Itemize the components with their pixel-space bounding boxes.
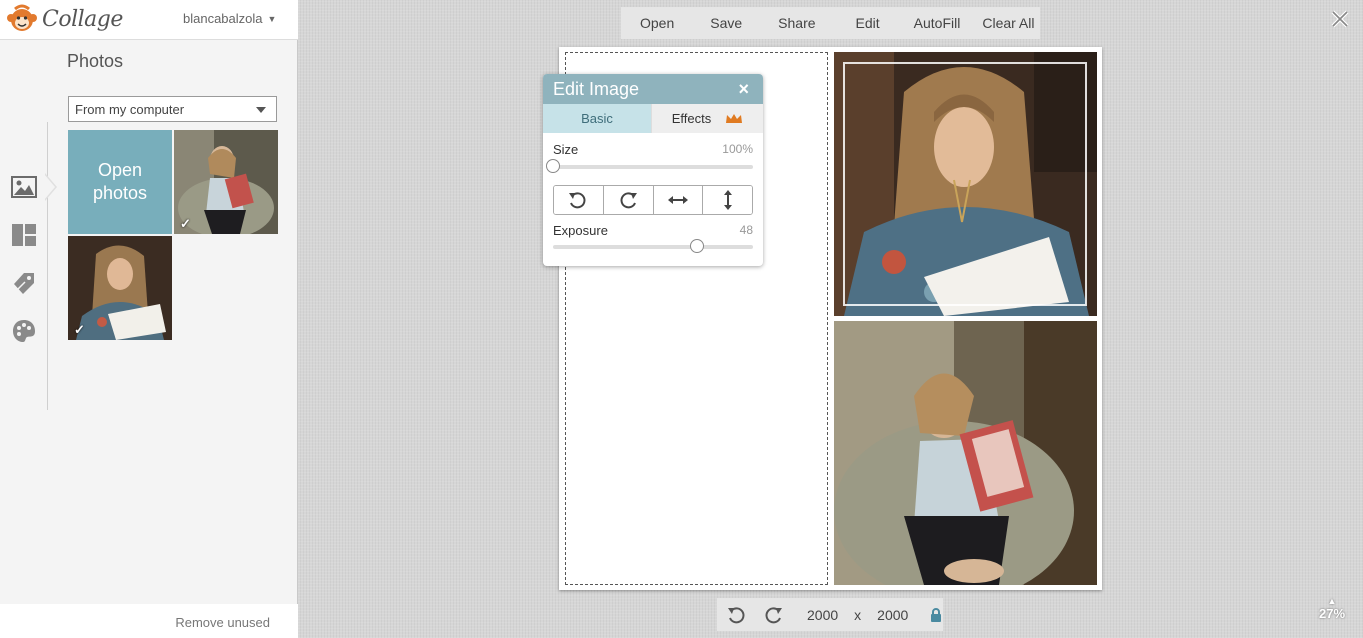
remove-unused-button[interactable]: Remove unused: [0, 604, 298, 638]
undo-icon[interactable]: [726, 605, 748, 625]
exposure-field: Exposure 48: [553, 223, 753, 238]
size-slider-handle[interactable]: [546, 159, 560, 173]
zoom-level: 27%: [1318, 606, 1346, 621]
stickers-icon[interactable]: [10, 269, 38, 297]
backgrounds-icon[interactable]: [10, 317, 38, 345]
close-icon[interactable]: [1331, 10, 1349, 28]
exposure-slider[interactable]: [553, 239, 753, 253]
flip-horizontal-icon: [667, 196, 688, 204]
photo-thumbnail[interactable]: ✓: [174, 130, 278, 234]
tab-basic[interactable]: Basic: [543, 104, 651, 133]
tab-effects-label: Effects: [671, 111, 712, 126]
rotate-left-button[interactable]: [554, 186, 604, 214]
flip-vertical-icon: [723, 190, 732, 210]
tab-effects[interactable]: Effects: [651, 104, 763, 133]
flip-vertical-button[interactable]: [703, 186, 752, 214]
lock-icon[interactable]: [930, 607, 942, 622]
close-icon[interactable]: ×: [738, 79, 749, 100]
share-button[interactable]: Share: [778, 15, 815, 31]
transform-buttons: [553, 185, 753, 215]
exposure-label: Exposure: [553, 223, 608, 238]
photo-armchair-image: [834, 321, 1097, 585]
open-photos-label: Open photos: [92, 160, 148, 203]
save-button[interactable]: Save: [710, 15, 742, 31]
left-panel: Collage blancabalzola ▼ Photos From my c…: [0, 0, 298, 638]
canvas-height-field[interactable]: 2000: [877, 607, 908, 623]
logo[interactable]: Collage: [6, 3, 123, 35]
clear-all-button[interactable]: Clear All: [982, 15, 1034, 31]
rotate-left-icon: [569, 192, 586, 209]
tab-basic-label: Basic: [581, 111, 613, 126]
photo-thumbnail[interactable]: ✓: [68, 236, 172, 340]
layouts-icon[interactable]: [10, 221, 38, 249]
chevron-up-icon: ▲: [1327, 596, 1337, 606]
photo-slot-bottom[interactable]: [834, 321, 1097, 585]
open-photos-button[interactable]: Open photos: [68, 130, 172, 234]
zoom-indicator[interactable]: ▲ 27%: [1316, 596, 1348, 621]
monkey-logo-icon: [7, 4, 37, 31]
exposure-value: 48: [739, 223, 753, 237]
exposure-slider-handle[interactable]: [690, 239, 704, 253]
chevron-down-icon: ▼: [267, 13, 277, 24]
crown-icon: [726, 113, 743, 123]
photo-slot-top[interactable]: [834, 52, 1097, 316]
main-toolbar: Open Save Share Edit AutoFill Clear All: [621, 7, 1040, 39]
checkmark-icon: ✓: [180, 216, 191, 231]
username: blancabalzola: [183, 11, 263, 26]
canvas-width-field[interactable]: 2000: [807, 607, 838, 623]
edit-image-header: Edit Image ×: [543, 74, 763, 104]
canvas-size-bar: 2000 x 2000: [717, 598, 943, 631]
autofill-button[interactable]: AutoFill: [914, 15, 961, 31]
edit-tabs: Basic Effects: [543, 104, 763, 133]
photos-title: Photos: [67, 51, 124, 71]
tool-rail: [0, 40, 57, 410]
edit-image-title: Edit Image: [553, 79, 640, 99]
edit-button[interactable]: Edit: [856, 15, 880, 31]
size-label: Size: [553, 142, 579, 157]
user-menu[interactable]: blancabalzola ▼: [183, 11, 276, 26]
photo-source-select[interactable]: From my computer: [68, 96, 277, 122]
edit-image-panel: Edit Image × Basic Effects Size 100% Exp…: [543, 74, 763, 266]
rotate-right-icon: [620, 192, 638, 209]
rail-divider: [47, 122, 48, 410]
size-field: Size 100%: [553, 142, 753, 157]
flip-horizontal-button[interactable]: [653, 186, 704, 214]
dropdown-arrow-icon: [256, 107, 266, 113]
logo-text: Collage: [42, 6, 123, 32]
photo-selection-frame: [843, 62, 1087, 306]
active-tab-pointer: [44, 173, 57, 201]
checkmark-icon: ✓: [74, 322, 85, 337]
photo-source-value: From my computer: [75, 101, 185, 117]
size-separator: x: [854, 606, 862, 623]
size-slider[interactable]: [546, 159, 753, 173]
rotate-right-button[interactable]: [603, 186, 654, 214]
redo-icon[interactable]: [762, 605, 784, 625]
size-value: 100%: [722, 142, 753, 156]
open-button[interactable]: Open: [640, 15, 674, 31]
photos-icon[interactable]: [10, 173, 38, 201]
top-bar: Collage blancabalzola ▼: [0, 0, 298, 40]
